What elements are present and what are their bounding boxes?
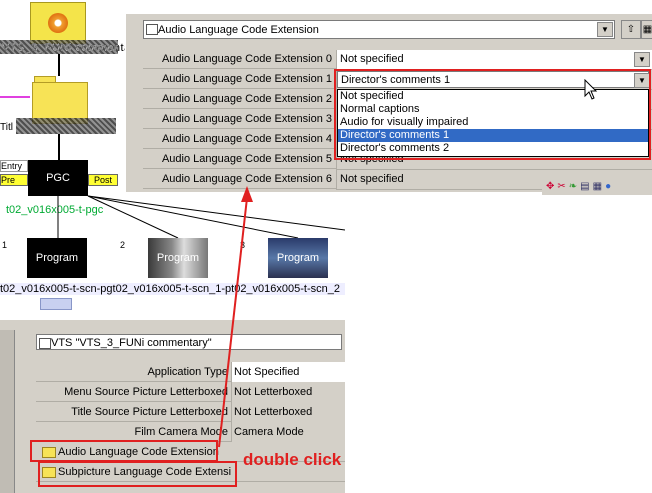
annotation-arrow bbox=[218, 186, 253, 448]
double-click-annotation: double click bbox=[243, 450, 342, 469]
mouse-cursor-icon bbox=[584, 79, 598, 100]
